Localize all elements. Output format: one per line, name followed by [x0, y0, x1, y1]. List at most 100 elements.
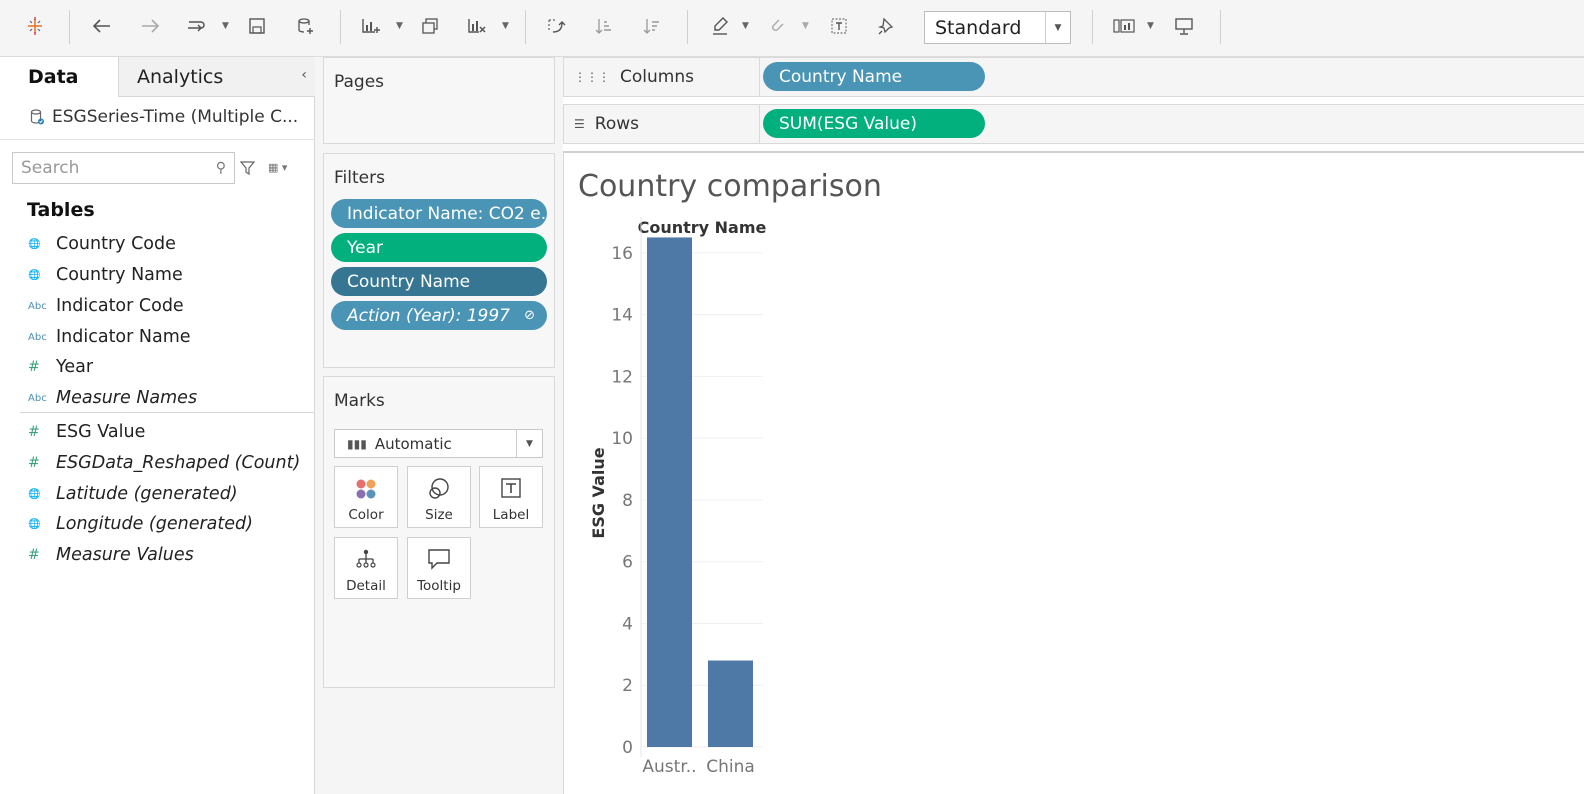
field-label: Year	[56, 357, 94, 377]
globe-icon: 🌐	[28, 238, 41, 250]
tooltip-button[interactable]: Tooltip	[407, 537, 471, 599]
mark-type-select[interactable]: ▮▮▮ Automatic ▼	[334, 429, 543, 458]
tab-data[interactable]: Data	[0, 57, 119, 97]
datasource-name: ESGSeries-Time (Multiple C...	[52, 107, 299, 127]
chevron-down-icon: ▼	[516, 430, 542, 457]
label-button-label: Label	[492, 507, 530, 523]
field-esg-value[interactable]: # ESG Value	[28, 420, 145, 444]
globe-icon: 🌐	[28, 518, 41, 530]
data-pane-tabs: Data Analytics ‹	[0, 57, 315, 97]
tab-analytics[interactable]: Analytics ‹	[119, 57, 315, 97]
filter-pill-indicator-name[interactable]: Indicator Name: CO2 e..	[331, 199, 547, 228]
abc-string-icon: Abc	[28, 300, 47, 312]
redo-icon[interactable]	[136, 10, 164, 42]
fix-axes-pin-icon[interactable]	[872, 10, 900, 42]
label-button[interactable]: Label	[479, 466, 543, 528]
field-country-code[interactable]: 🌐 Country Code	[28, 232, 176, 256]
rows-pill-sum-esg-value[interactable]: SUM(ESG Value)	[763, 109, 985, 138]
replay-icon[interactable]	[182, 10, 210, 42]
show-mark-labels-icon[interactable]	[825, 10, 853, 42]
x-tick-label: Austr..	[642, 757, 696, 777]
show-cards-dropdown-icon[interactable]: ▼	[1147, 10, 1154, 42]
marks-card: Marks ▮▮▮ Automatic ▼ Color Size Label D…	[323, 376, 555, 688]
filter-pill-label: Year	[347, 237, 383, 258]
y-tick-label: 10	[611, 429, 633, 449]
y-axis-label: ESG Value	[589, 447, 608, 538]
columns-shelf[interactable]: ⋮⋮⋮ Columns Country Name	[563, 57, 1584, 97]
filter-pill-label: Country Name	[347, 271, 471, 292]
collapse-pane-icon[interactable]: ‹	[301, 67, 307, 83]
globe-icon: 🌐	[28, 269, 41, 281]
sort-ascending-icon[interactable]	[590, 10, 618, 42]
filter-pill-action-year[interactable]: Action (Year): 1997 ⊘	[331, 301, 547, 330]
link-icon: ⊘	[524, 308, 535, 323]
field-label: Country Code	[56, 234, 176, 254]
filter-fields-icon[interactable]	[239, 160, 256, 179]
field-label: Measure Names	[56, 388, 198, 408]
y-tick-label: 16	[611, 244, 633, 264]
visualization-area[interactable]: Country comparison Country Name 0 2 4 6 8 10 12…	[563, 151, 1584, 794]
replay-dropdown-icon[interactable]: ▼	[222, 10, 229, 42]
save-icon[interactable]	[243, 10, 271, 42]
toolbar: ▼ ▼ ▼ ▼ ▼ Standard ▼ ▼	[0, 0, 1584, 57]
new-worksheet-icon[interactable]	[357, 10, 385, 42]
y-tick-label: 4	[622, 614, 633, 634]
field-measure-values[interactable]: # Measure Values	[28, 543, 194, 567]
text-label-icon	[480, 477, 542, 499]
view-options-icon[interactable]: ▦ ▾	[268, 161, 287, 174]
highlight-dropdown-icon[interactable]: ▼	[742, 10, 749, 42]
swap-rows-columns-icon[interactable]	[542, 10, 570, 42]
rows-shelf-label: ☰ Rows	[564, 105, 760, 143]
tableau-logo-icon[interactable]	[22, 10, 48, 42]
datasource-item[interactable]: ESGSeries-Time (Multiple C...	[30, 107, 298, 127]
y-tick-label: 6	[622, 553, 633, 573]
field-longitude[interactable]: 🌐 Longitude (generated)	[28, 512, 253, 536]
rows-shelf[interactable]: ☰ Rows SUM(ESG Value)	[563, 104, 1584, 144]
duplicate-sheet-icon[interactable]	[416, 10, 444, 42]
group-members-icon[interactable]	[763, 10, 791, 42]
filters-title: Filters	[334, 168, 385, 188]
field-indicator-code[interactable]: Abc Indicator Code	[28, 294, 184, 318]
size-button[interactable]: Size	[407, 466, 471, 528]
search-input[interactable]: Search ⚲	[12, 152, 235, 184]
columns-label-text: Columns	[620, 67, 694, 87]
clear-sheet-dropdown-icon[interactable]: ▼	[502, 10, 509, 42]
y-tick-label: 0	[622, 738, 633, 758]
columns-pill-country-name[interactable]: Country Name	[763, 62, 985, 91]
search-placeholder: Search	[21, 158, 80, 178]
filter-pill-year[interactable]: Year	[331, 233, 547, 262]
y-tick-label: 2	[622, 676, 633, 696]
new-datasource-icon[interactable]	[291, 10, 319, 42]
field-label: Indicator Code	[56, 296, 184, 316]
filter-pill-country-name[interactable]: Country Name	[331, 267, 547, 296]
search-icon: ⚲	[215, 160, 226, 176]
highlight-icon[interactable]	[706, 10, 734, 42]
undo-icon[interactable]	[88, 10, 116, 42]
field-indicator-name[interactable]: Abc Indicator Name	[28, 325, 191, 349]
detail-button[interactable]: Detail	[334, 537, 398, 599]
pages-card[interactable]: Pages	[323, 57, 555, 144]
new-worksheet-dropdown-icon[interactable]: ▼	[396, 10, 403, 42]
color-button[interactable]: Color	[334, 466, 398, 528]
field-measure-names[interactable]: Abc Measure Names	[28, 386, 197, 410]
bar-chart-icon: ▮▮▮	[347, 436, 367, 451]
field-latitude[interactable]: 🌐 Latitude (generated)	[28, 482, 238, 506]
view-mode-select[interactable]: Standard ▼	[924, 11, 1071, 44]
filters-card[interactable]: Filters Indicator Name: CO2 e.. Year Cou…	[323, 153, 555, 368]
field-esgdata-count[interactable]: # ESGData_Reshaped (Count)	[28, 451, 300, 475]
clear-sheet-icon[interactable]	[463, 10, 491, 42]
presentation-mode-icon[interactable]	[1170, 10, 1198, 42]
size-circles-icon	[408, 477, 470, 501]
field-country-name[interactable]: 🌐 Country Name	[28, 263, 183, 287]
bar	[647, 237, 692, 748]
bar-chart[interactable]: Country Name 0 2 4 6 8 10 12 14 16 ESG Value Austr.…	[564, 153, 1584, 794]
hash-number-icon: #	[28, 455, 40, 471]
speech-bubble-icon	[408, 548, 470, 570]
y-tick-label: 8	[622, 491, 633, 511]
bar	[708, 660, 753, 747]
datasource-icon	[30, 109, 44, 125]
show-cards-icon[interactable]	[1110, 10, 1138, 42]
group-dropdown-icon[interactable]: ▼	[802, 10, 809, 42]
sort-descending-icon[interactable]	[638, 10, 666, 42]
field-year[interactable]: # Year	[28, 355, 93, 379]
